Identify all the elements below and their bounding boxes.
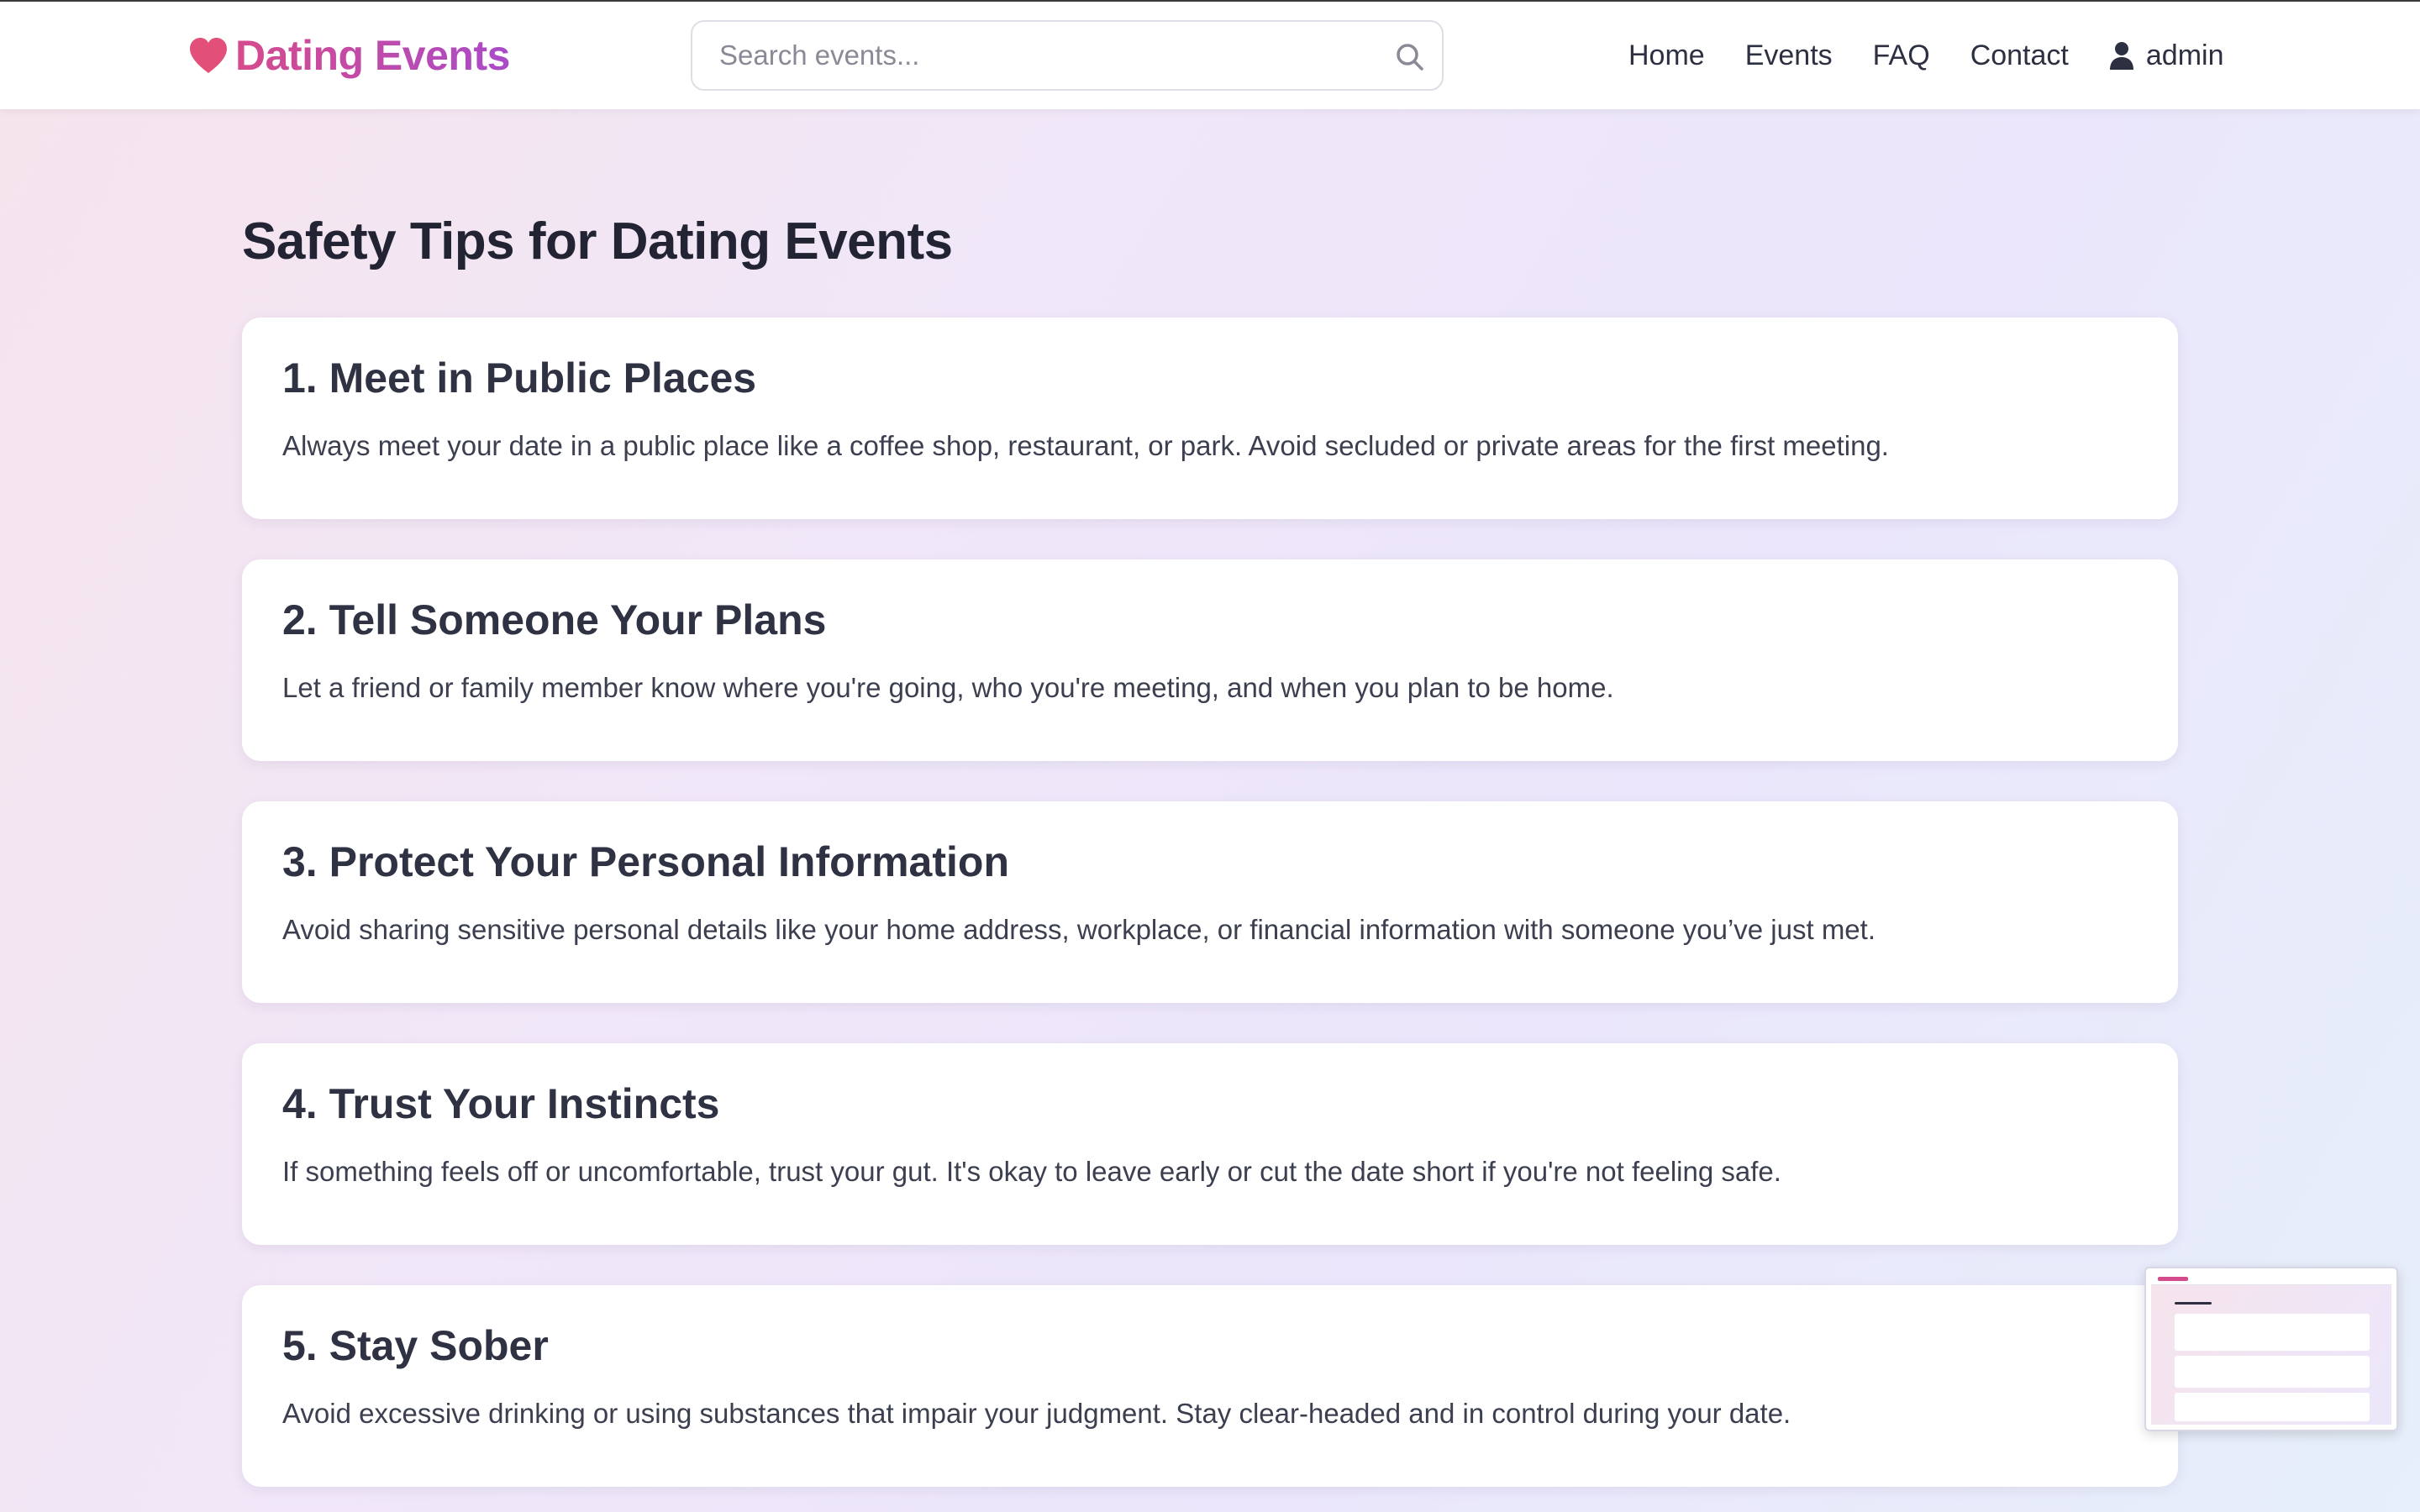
tip-title: 1. Meet in Public Places: [282, 354, 757, 402]
tip-text: If something feels off or uncomfortable,…: [282, 1155, 1781, 1187]
tip-text: Avoid sharing sensitive personal details…: [282, 913, 1876, 945]
tip-title: 4. Trust Your Instincts: [282, 1080, 720, 1127]
site-logo[interactable]: Dating Events: [187, 30, 510, 81]
tip-card-instincts: 4. Trust Your Instincts If something fee…: [242, 1043, 2178, 1245]
nav-events-link[interactable]: Events: [1745, 39, 1833, 72]
tip-title: 5. Stay Sober: [282, 1322, 549, 1369]
user-icon: [2109, 42, 2133, 70]
tip-card-personal-info: 3. Protect Your Personal Information Avo…: [242, 801, 2178, 1003]
thumbnail-logo: [2158, 1277, 2188, 1281]
screenshot-thumbnail[interactable]: [2144, 1267, 2398, 1431]
tip-card-public-places: 1. Meet in Public Places Always meet you…: [242, 318, 2178, 519]
search-input[interactable]: [692, 30, 1348, 81]
nav-contact-link[interactable]: Contact: [1970, 39, 2069, 72]
main-nav: Home Events FAQ Contact admin: [1628, 27, 2223, 84]
logo-text: Dating Events: [235, 32, 510, 79]
top-navbar: Dating Events Home Events FAQ Contact ad…: [0, 0, 2420, 109]
thumbnail-card: [2175, 1393, 2370, 1421]
tip-text: Let a friend or family member know where…: [282, 671, 1614, 703]
page-title: Safety Tips for Dating Events: [242, 213, 953, 270]
tip-card-tell-someone: 2. Tell Someone Your Plans Let a friend …: [242, 559, 2178, 761]
safety-tips-list: 1. Meet in Public Places Always meet you…: [242, 318, 2178, 1512]
thumbnail-navbar: [2151, 1273, 2391, 1285]
thumbnail-preview: [2151, 1273, 2391, 1425]
thumbnail-heading: [2175, 1302, 2212, 1305]
tip-title: 3. Protect Your Personal Information: [282, 838, 1009, 885]
search-icon[interactable]: [1393, 40, 1427, 74]
username-label: admin: [2145, 39, 2224, 71]
thumbnail-card: [2175, 1314, 2370, 1351]
tip-card-stay-sober: 5. Stay Sober Avoid excessive drinking o…: [242, 1285, 2178, 1487]
user-menu[interactable]: admin: [2109, 39, 2224, 72]
tip-title: 2. Tell Someone Your Plans: [282, 596, 827, 643]
tip-text: Avoid excessive drinking or using substa…: [282, 1397, 1791, 1429]
thumbnail-card: [2175, 1356, 2370, 1388]
heart-icon: [190, 38, 227, 73]
nav-home-link[interactable]: Home: [1628, 39, 1705, 72]
search-box: [691, 20, 1444, 91]
nav-faq-link[interactable]: FAQ: [1873, 39, 1930, 72]
tip-text: Always meet your date in a public place …: [282, 429, 1889, 461]
